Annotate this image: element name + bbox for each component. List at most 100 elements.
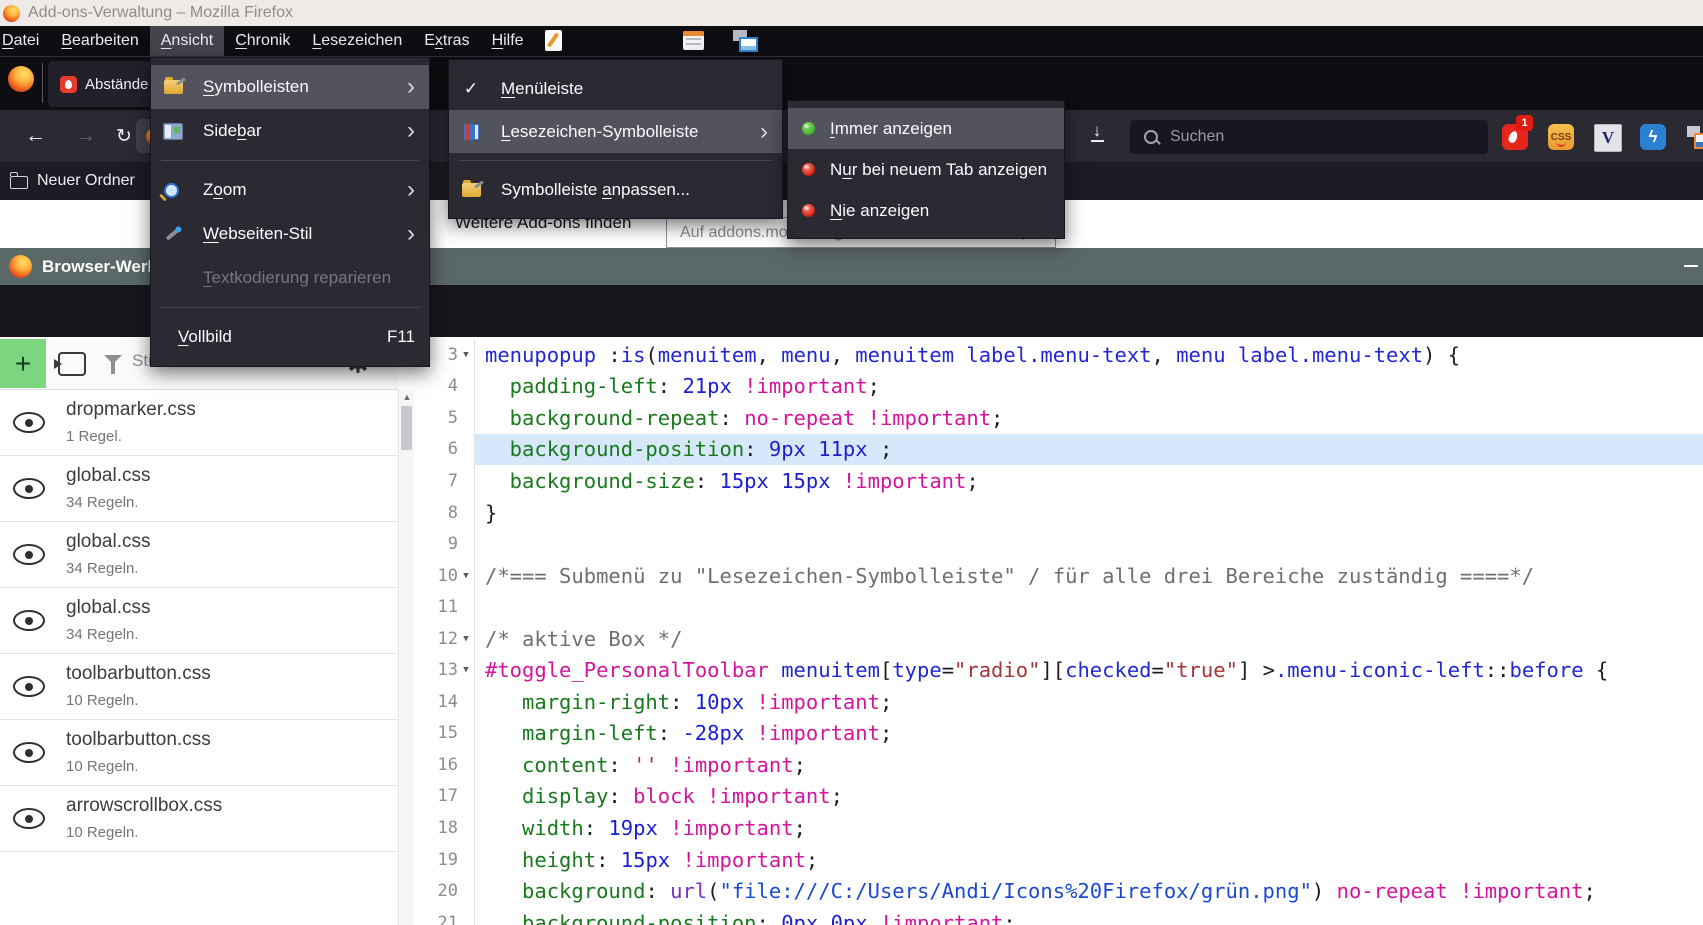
line-number: 10 <box>414 566 458 586</box>
extension-bolt-icon[interactable]: ϟ <box>1640 124 1666 150</box>
code-line-5[interactable]: 5background-repeat: no-repeat !important… <box>414 402 1703 434</box>
toolbar-search-field[interactable]: Suchen <box>1130 120 1488 154</box>
menubar-item-chronik[interactable]: Chronik <box>224 26 301 56</box>
visibility-eye-icon[interactable] <box>13 478 45 499</box>
visibility-eye-icon[interactable] <box>13 808 45 829</box>
code-line-19[interactable]: 19height: 15px !important; <box>414 844 1703 876</box>
stylesheet-row[interactable]: toolbarbutton.css 10 Regeln. <box>0 720 398 786</box>
visibility-eye-icon[interactable] <box>13 610 45 631</box>
fold-arrow-icon[interactable]: ▼ <box>458 350 474 360</box>
firefox-menu-logo-icon[interactable] <box>8 66 34 92</box>
window-palette-icon[interactable] <box>683 31 704 50</box>
code-line-13[interactable]: 13▼#toggle_PersonalToolbar menuitem[type… <box>414 654 1703 686</box>
fold-arrow-icon[interactable]: ▼ <box>458 634 474 644</box>
reload-button[interactable]: ↻ <box>116 110 132 162</box>
menu-item-vollbild[interactable]: Vollbild F11 <box>151 315 429 359</box>
code-line-16[interactable]: 16content: '' !important; <box>414 749 1703 781</box>
menu-item-sidebar[interactable]: Sidebar › <box>151 109 429 153</box>
line-number: 21 <box>414 913 458 925</box>
stylesheet-row[interactable]: global.css 34 Regeln. <box>0 588 398 654</box>
chevron-right-icon: › <box>407 222 415 246</box>
menubar-item-lesezeichen[interactable]: Lesezeichen <box>301 26 413 56</box>
code-line-11[interactable]: 11 <box>414 591 1703 623</box>
code-line-7[interactable]: 7background-size: 15px 15px !important; <box>414 465 1703 497</box>
code-line-15[interactable]: 15margin-left: -28px !important; <box>414 718 1703 750</box>
code-line-6[interactable]: 6background-position: 9px 11px ; <box>414 434 1703 466</box>
lesezeichen-symbolleiste-submenu: Immer anzeigen Nur bei neuem Tab anzeige… <box>787 100 1065 239</box>
window-titlebar: Add-ons-Verwaltung – Mozilla Firefox <box>0 0 1703 26</box>
stylesheet-row[interactable]: toolbarbutton.css 10 Regeln. <box>0 654 398 720</box>
fold-arrow-icon[interactable]: ▼ <box>458 665 474 675</box>
code-line-12[interactable]: 12▼/* aktive Box */ <box>414 623 1703 655</box>
menubar-item-datei[interactable]: Datei <box>0 26 50 56</box>
menu-item-zoom[interactable]: Zoom › <box>151 168 429 212</box>
menu-item-symbolleisten[interactable]: Symbolleisten › <box>151 65 429 109</box>
chevron-right-icon: › <box>407 119 415 143</box>
stylesheet-row[interactable]: global.css 34 Regeln. <box>0 522 398 588</box>
menu-item-nur-bei-neuem-tab[interactable]: Nur bei neuem Tab anzeigen <box>788 149 1064 190</box>
edit-pencil-icon[interactable] <box>545 30 562 51</box>
menubar-item-extras[interactable]: Extras <box>413 26 480 56</box>
code-text: width: 19px !important; <box>474 812 1703 844</box>
menubar-item-ansicht[interactable]: Ansicht <box>150 26 224 56</box>
code-text: margin-left: -28px !important; <box>474 718 1703 750</box>
code-line-20[interactable]: 20background: url("file:///C:/Users/Andi… <box>414 875 1703 907</box>
minimize-icon[interactable] <box>1684 265 1698 267</box>
code-line-17[interactable]: 17display: block !important; <box>414 781 1703 813</box>
code-text: #toggle_PersonalToolbar menuitem[type="r… <box>474 654 1703 686</box>
line-number: 20 <box>414 881 458 901</box>
css-source-editor[interactable]: 3▼menupopup :is(menuitem, menu, menuitem… <box>414 337 1703 925</box>
menubar-item-hilfe[interactable]: Hilfe <box>481 26 535 56</box>
code-text: menupopup :is(menuitem, menu, menuitem l… <box>474 339 1703 371</box>
code-text: } <box>474 497 1703 529</box>
menu-item-nie-anzeigen[interactable]: Nie anzeigen <box>788 190 1064 231</box>
overlapping-windows-icon[interactable] <box>733 30 758 52</box>
code-line-14[interactable]: 14margin-right: 10px !important; <box>414 686 1703 718</box>
tabstrip-separator <box>42 63 43 103</box>
bookmark-neuer-ordner[interactable]: Neuer Ordner <box>37 172 135 190</box>
scrollbar-thumb[interactable] <box>401 406 412 450</box>
line-number: 13 <box>414 660 458 680</box>
code-line-18[interactable]: 18width: 19px !important; <box>414 812 1703 844</box>
file-list-scrollbar[interactable]: ▲ <box>398 390 415 925</box>
new-stylesheet-button[interactable]: + <box>0 339 46 388</box>
forward-button[interactable]: → <box>75 110 96 162</box>
fold-arrow-icon[interactable]: ▼ <box>458 571 474 581</box>
back-button[interactable]: ← <box>25 110 46 162</box>
menu-item-textkodierung[interactable]: Textkodierung reparieren <box>151 256 429 300</box>
menubar-item-bearbeiten[interactable]: Bearbeiten <box>50 26 149 56</box>
downloads-button[interactable]: ↓ <box>1086 122 1108 142</box>
menu-item-lesezeichen-symbolleiste[interactable]: Lesezeichen-Symbolleiste › <box>449 110 782 153</box>
menu-bar: Datei Bearbeiten Ansicht Chronik Lesezei… <box>0 26 1703 57</box>
menu-item-immer-anzeigen[interactable]: Immer anzeigen <box>788 108 1064 149</box>
menu-item-menueleiste[interactable]: ✓ Menüleiste <box>449 67 782 110</box>
code-line-8[interactable]: 8} <box>414 497 1703 529</box>
visibility-eye-icon[interactable] <box>13 742 45 763</box>
menu-item-symbolleiste-anpassen[interactable]: Symbolleiste anpassen... <box>449 168 782 211</box>
extension-partial-icon[interactable] <box>1687 124 1703 150</box>
stylesheet-row[interactable]: global.css 34 Regeln. <box>0 456 398 522</box>
search-icon <box>1144 130 1158 144</box>
addon-flame-tab-icon <box>60 76 77 93</box>
extension-css-icon[interactable]: CSS <box>1548 124 1574 150</box>
code-line-4[interactable]: 4padding-left: 21px !important; <box>414 371 1703 403</box>
extension-v-icon[interactable]: V <box>1594 124 1622 152</box>
code-line-21[interactable]: 21background-position: 0px 0px !importan… <box>414 907 1703 925</box>
line-number: 16 <box>414 755 458 775</box>
code-line-9[interactable]: 9 <box>414 528 1703 560</box>
tab-title: Abstände <box>85 76 148 93</box>
code-line-10[interactable]: 10▼/*=== Submenü zu "Lesezeichen-Symboll… <box>414 560 1703 592</box>
scrollbar-up-icon[interactable]: ▲ <box>399 392 415 402</box>
menu-item-webseiten-stil[interactable]: Webseiten-Stil › <box>151 212 429 256</box>
visibility-eye-icon[interactable] <box>13 412 45 433</box>
code-line-3[interactable]: 3▼menupopup :is(menuitem, menu, menuitem… <box>414 339 1703 371</box>
visibility-eye-icon[interactable] <box>13 544 45 565</box>
import-stylesheet-icon[interactable] <box>58 352 86 376</box>
stylesheet-row[interactable]: dropmarker.css 1 Regel. <box>0 390 398 456</box>
stylesheet-row[interactable]: arrowscrollbox.css 10 Regeln. <box>0 786 398 852</box>
visibility-eye-icon[interactable] <box>13 676 45 697</box>
code-text: height: 15px !important; <box>474 844 1703 876</box>
page-style-icon <box>163 232 183 236</box>
folder-icon <box>10 176 28 189</box>
menu-item-label: Zoom <box>203 180 246 200</box>
